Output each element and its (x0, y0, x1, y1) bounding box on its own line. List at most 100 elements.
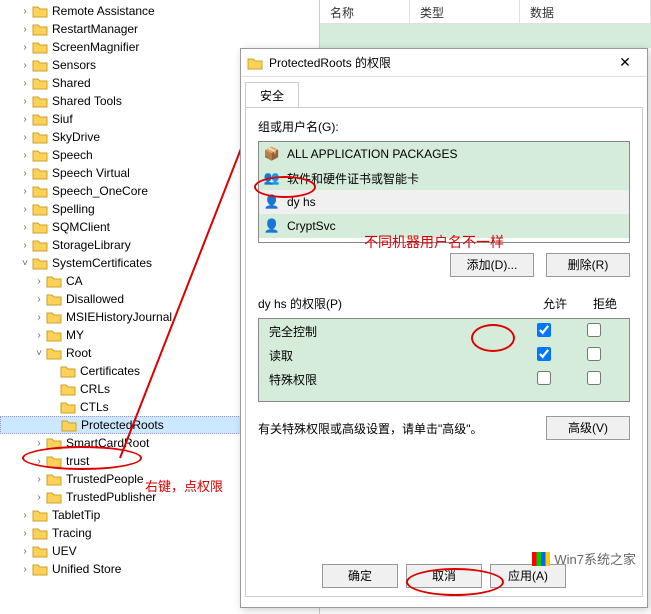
expand-icon[interactable]: › (18, 202, 32, 216)
folder-icon (60, 400, 76, 414)
tree-label: CRLs (80, 382, 110, 396)
expand-icon[interactable]: › (18, 238, 32, 252)
tree-label: Speech_OneCore (52, 184, 148, 198)
expand-icon[interactable]: › (32, 274, 46, 288)
expand-icon[interactable]: ˅ (18, 256, 32, 270)
expand-icon[interactable]: › (18, 166, 32, 180)
folder-icon (32, 166, 48, 180)
allow-full-control-checkbox[interactable] (537, 323, 551, 337)
expand-icon[interactable]: › (18, 544, 32, 558)
expand-icon[interactable]: › (32, 436, 46, 450)
advanced-text: 有关特殊权限或高级设置，请单击"高级"。 (258, 420, 546, 437)
tree-label: Remote Assistance (52, 4, 155, 18)
folder-icon (32, 220, 48, 234)
permissions-dialog: ProtectedRoots 的权限 ✕ 安全 组或用户名(G): 📦ALL A… (240, 48, 648, 608)
expand-icon[interactable]: › (18, 4, 32, 18)
expand-icon[interactable] (46, 364, 60, 378)
tree-label: ProtectedRoots (81, 418, 164, 432)
user-icon: 👤 (263, 194, 281, 210)
expand-icon[interactable] (47, 418, 61, 432)
folder-icon (46, 436, 62, 450)
tree-item[interactable]: ›RestartManager (0, 20, 319, 38)
group-icon: 📦 (263, 146, 281, 162)
folder-icon (32, 148, 48, 162)
close-button[interactable]: ✕ (609, 51, 641, 75)
expand-icon[interactable] (46, 400, 60, 414)
tree-label: Speech Virtual (52, 166, 130, 180)
perm-label: dy hs 的权限(P) (258, 295, 530, 312)
col-name[interactable]: 名称 (320, 0, 410, 23)
group-users-list[interactable]: 📦ALL APPLICATION PACKAGES 👥软件和硬件证书或智能卡 👤… (258, 141, 630, 243)
group-users-label: 组或用户名(G): (258, 118, 630, 135)
expand-icon[interactable]: › (18, 94, 32, 108)
folder-icon (60, 364, 76, 378)
dialog-title: ProtectedRoots 的权限 (269, 54, 609, 71)
folder-icon (46, 292, 62, 306)
folder-icon (46, 310, 62, 324)
expand-icon[interactable]: › (18, 508, 32, 522)
tree-label: Unified Store (52, 562, 121, 576)
expand-icon[interactable]: › (18, 58, 32, 72)
user-icon: 👤 (263, 218, 281, 234)
ok-button[interactable]: 确定 (322, 564, 398, 588)
folder-icon (32, 202, 48, 216)
dialog-titlebar[interactable]: ProtectedRoots 的权限 ✕ (241, 49, 647, 77)
tree-label: StorageLibrary (52, 238, 131, 252)
perm-row: 完全控制 (259, 319, 629, 343)
expand-icon[interactable]: › (18, 562, 32, 576)
group-row[interactable]: 👤dy hs (259, 190, 629, 214)
expand-icon[interactable]: › (18, 148, 32, 162)
list-header: 名称 类型 数据 (320, 0, 651, 24)
cancel-button[interactable]: 取消 (406, 564, 482, 588)
tree-label: TrustedPublisher (66, 490, 156, 504)
watermark: Win7系统之家 (532, 549, 636, 568)
expand-icon[interactable]: › (18, 220, 32, 234)
tree-label: Disallowed (66, 292, 124, 306)
tree-label: SkyDrive (52, 130, 100, 144)
annotation-text-1: 右键，点权限 (145, 476, 223, 495)
folder-icon (32, 94, 48, 108)
expand-icon[interactable]: › (18, 112, 32, 126)
tree-label: ScreenMagnifier (52, 40, 139, 54)
deny-full-control-checkbox[interactable] (587, 323, 601, 337)
expand-icon[interactable]: › (18, 22, 32, 36)
col-data[interactable]: 数据 (520, 0, 651, 23)
list-body[interactable] (320, 24, 651, 48)
add-button[interactable]: 添加(D)... (450, 253, 534, 277)
folder-icon (61, 418, 77, 432)
expand-icon[interactable] (46, 382, 60, 396)
deny-read-checkbox[interactable] (587, 347, 601, 361)
expand-icon[interactable]: › (18, 526, 32, 540)
expand-icon[interactable]: › (18, 130, 32, 144)
tree-label: Siuf (52, 112, 73, 126)
group-row[interactable]: 📦ALL APPLICATION PACKAGES (259, 142, 629, 166)
tree-label: trust (66, 454, 89, 468)
expand-icon[interactable]: › (18, 40, 32, 54)
expand-icon[interactable]: › (32, 292, 46, 306)
tree-label: Speech (52, 148, 93, 162)
tree-item[interactable]: › Remote Assistance (0, 2, 319, 20)
annotation-text-2: 不同机器用户名不一样 (364, 232, 504, 252)
expand-icon[interactable]: ˅ (32, 346, 46, 360)
expand-icon[interactable]: › (32, 310, 46, 324)
folder-icon (46, 454, 62, 468)
expand-icon[interactable]: › (32, 454, 46, 468)
group-row[interactable]: 👥软件和硬件证书或智能卡 (259, 166, 629, 190)
advanced-button[interactable]: 高级(V) (546, 416, 630, 440)
expand-icon[interactable]: › (32, 328, 46, 342)
tree-label: SystemCertificates (52, 256, 152, 270)
tree-label: TrustedPeople (66, 472, 144, 486)
allow-special-checkbox[interactable] (537, 371, 551, 385)
tree-label: MY (66, 328, 84, 342)
allow-column-header: 允许 (530, 295, 580, 312)
remove-button[interactable]: 删除(R) (546, 253, 630, 277)
allow-read-checkbox[interactable] (537, 347, 551, 361)
expand-icon[interactable]: › (32, 472, 46, 486)
expand-icon[interactable]: › (18, 76, 32, 90)
tab-security[interactable]: 安全 (245, 82, 299, 108)
expand-icon[interactable]: › (18, 184, 32, 198)
col-type[interactable]: 类型 (410, 0, 520, 23)
deny-special-checkbox[interactable] (587, 371, 601, 385)
windows-flag-icon (532, 552, 550, 566)
expand-icon[interactable]: › (32, 490, 46, 504)
